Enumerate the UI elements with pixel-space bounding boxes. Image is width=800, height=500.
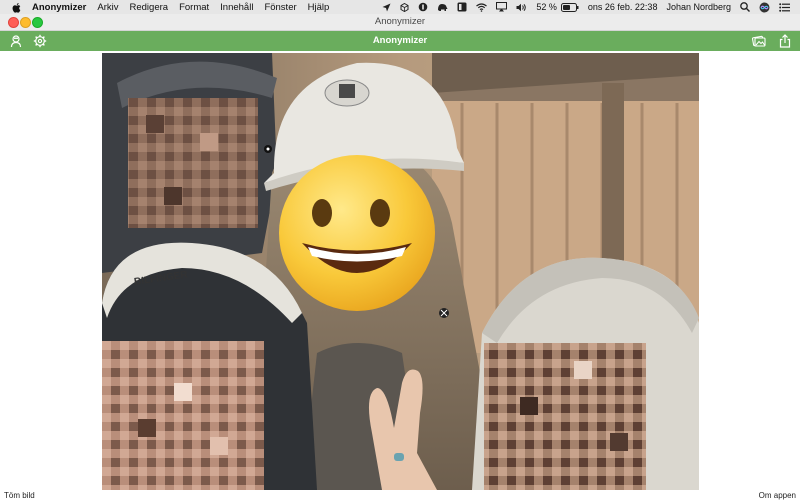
menu-format[interactable]: Format: [179, 2, 209, 13]
menu-bar: Anonymizer Arkiv Redigera Format Innehål…: [0, 0, 800, 14]
clear-image-button[interactable]: Töm bild: [4, 491, 35, 500]
location-icon[interactable]: [382, 3, 391, 12]
battery-icon[interactable]: [560, 2, 579, 12]
menu-fonster[interactable]: Fönster: [264, 2, 296, 13]
wifi-icon[interactable]: [476, 2, 488, 12]
emoji-settings-handle: [264, 145, 272, 153]
window-titlebar: Anonymizer: [0, 14, 800, 31]
elephant-icon[interactable]: [437, 3, 448, 12]
menu-innehall[interactable]: Innehåll: [220, 2, 253, 13]
onepassword-icon[interactable]: [418, 2, 428, 12]
menu-arkiv[interactable]: Arkiv: [97, 2, 118, 13]
app-toolbar: Anonymizer: [0, 31, 800, 51]
toolbar-title: Anonymizer: [372, 35, 428, 46]
menu-app-name[interactable]: Anonymizer: [32, 2, 86, 13]
window-title: Anonymizer: [374, 16, 426, 27]
photos-icon[interactable]: [751, 34, 766, 48]
menu-hjalp[interactable]: Hjälp: [308, 2, 330, 13]
control-center-icon[interactable]: [779, 2, 790, 12]
smiley-emoji-overlay: [279, 155, 435, 311]
siri-icon[interactable]: [759, 2, 770, 13]
menubar-user[interactable]: Johan Nordberg: [666, 2, 731, 12]
menubar-datetime[interactable]: ons 26 feb. 22:38: [588, 2, 658, 12]
content-area: BILFINGER: [0, 51, 800, 500]
share-icon[interactable]: [778, 34, 792, 48]
about-app-button[interactable]: Om appen: [759, 491, 796, 500]
airplay-icon[interactable]: [496, 2, 508, 12]
dropbox-icon[interactable]: [400, 2, 409, 12]
menu-redigera[interactable]: Redigera: [130, 2, 169, 13]
status-area: 52 % ons 26 feb. 22:38 Johan Nordberg: [373, 2, 790, 13]
battery-percent[interactable]: 52 %: [536, 2, 557, 12]
sidebar-icon[interactable]: [457, 2, 467, 12]
search-icon[interactable]: [740, 2, 750, 12]
emoji-resize-handle: [439, 308, 449, 318]
photo-canvas[interactable]: BILFINGER: [102, 53, 699, 490]
apple-icon[interactable]: [11, 2, 23, 13]
volume-icon[interactable]: [516, 3, 527, 12]
